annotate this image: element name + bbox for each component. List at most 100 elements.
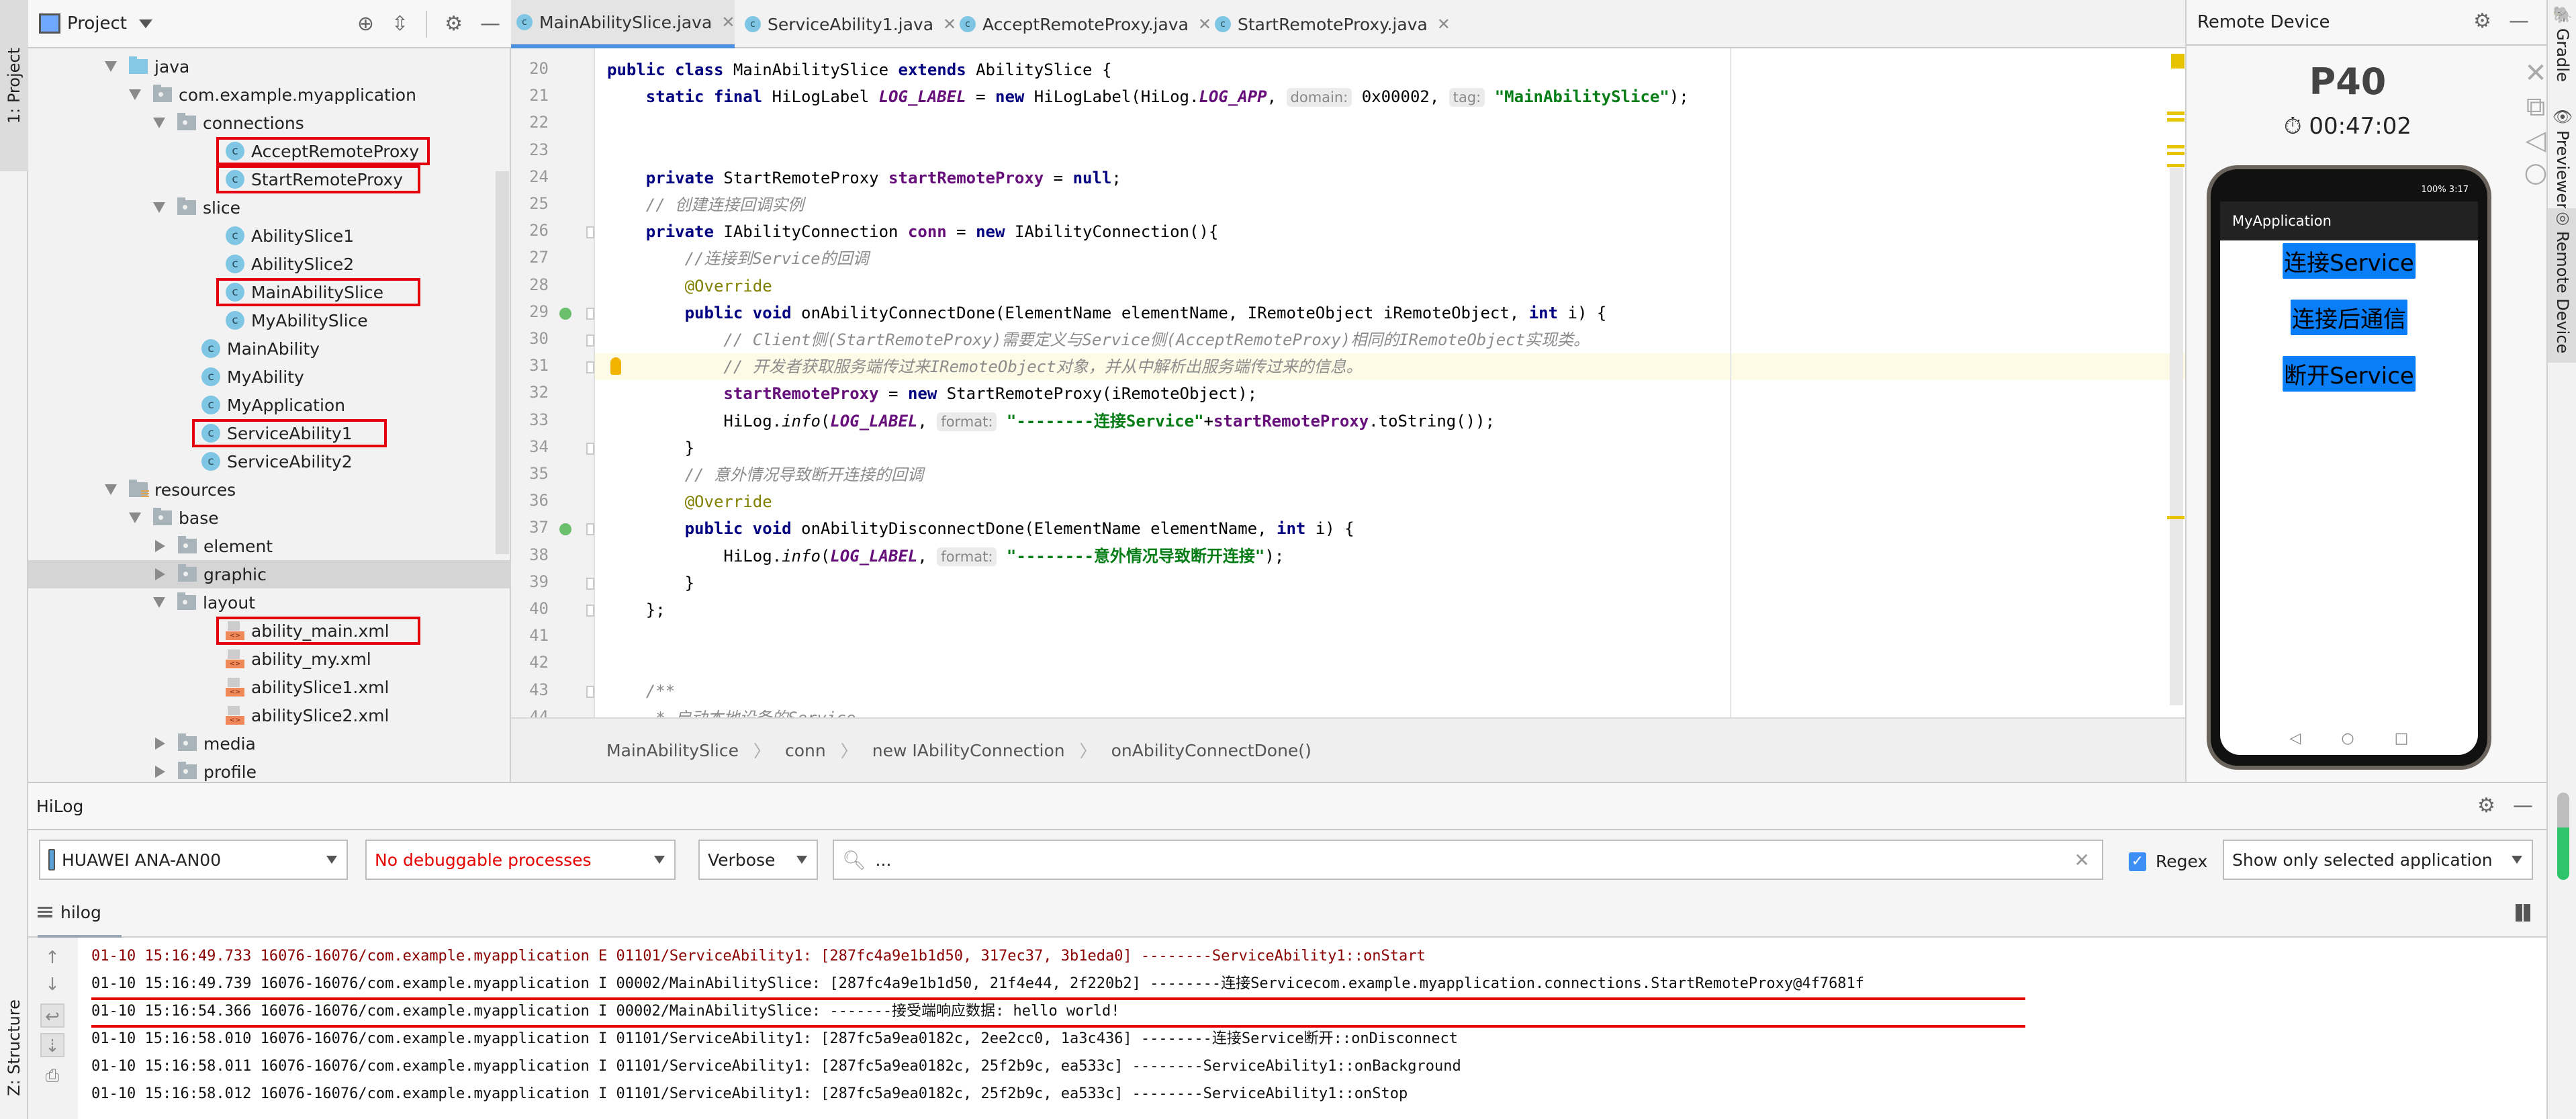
tool-tab-project[interactable]: 1: Project xyxy=(0,0,28,171)
code-line[interactable]: public void onAbilityDisconnectDone(Elem… xyxy=(595,515,2185,542)
process-select[interactable]: No debuggable processes xyxy=(365,840,676,880)
gear-icon[interactable]: ⚙ xyxy=(2477,793,2495,819)
tree-item[interactable]: media xyxy=(28,729,511,758)
tree-item[interactable]: c AbilitySlice2 xyxy=(28,250,511,278)
code-line[interactable] xyxy=(595,138,2185,165)
tree-item[interactable]: abilitySlice2.xml xyxy=(28,701,511,729)
expand-arrow-down-icon[interactable] xyxy=(129,512,141,523)
nav-recents-icon[interactable]: □ xyxy=(2395,730,2409,747)
gear-icon[interactable]: ⚙ xyxy=(445,11,463,38)
warning-marker[interactable] xyxy=(2167,111,2184,115)
log-search-input[interactable]: 🔍︎ ... ✕ xyxy=(833,840,2103,880)
breadcrumb-item[interactable]: new IAbilityConnection xyxy=(872,741,1065,760)
code-line[interactable]: // Client侧(StartRemoteProxy)需要定义与Service… xyxy=(595,326,2185,353)
code-line[interactable]: * 启动本地设备的Service xyxy=(595,705,2185,717)
log-line[interactable]: 01-10 15:16:49.733 16076-16076/com.examp… xyxy=(91,943,1426,970)
connect-service-button[interactable]: 连接Service xyxy=(2283,243,2416,279)
scroll-up-icon[interactable]: ↑ xyxy=(40,946,64,970)
print-icon[interactable]: ⎙ xyxy=(40,1064,64,1088)
checkbox-checked-icon[interactable]: ✓ xyxy=(2129,852,2146,871)
fold-marker-icon[interactable] xyxy=(586,605,594,617)
tree-item[interactable]: java xyxy=(28,52,511,81)
locate-icon[interactable]: ⊕ xyxy=(357,11,374,38)
scroll-to-end-icon[interactable]: ⇣ xyxy=(40,1033,64,1057)
tree-item[interactable]: c MainAbility xyxy=(28,334,511,363)
log-line[interactable]: 01-10 15:16:58.012 16076-16076/com.examp… xyxy=(91,1081,1408,1108)
code-line[interactable]: // 意外情况导致断开连接的回调 xyxy=(595,461,2185,488)
phone-screen[interactable]: MyApplication 连接Service 连接后通信 断开Service … xyxy=(2220,202,2478,755)
minimize-icon[interactable]: — xyxy=(480,11,500,38)
clear-search-icon[interactable]: ✕ xyxy=(2074,849,2090,871)
nav-back-icon[interactable]: ◁ xyxy=(2290,730,2301,747)
scroll-down-icon[interactable]: ↓ xyxy=(40,973,64,997)
fold-marker-icon[interactable] xyxy=(586,523,594,536)
regex-checkbox[interactable]: ✓ Regex xyxy=(2129,852,2207,871)
back-icon[interactable]: ◁ xyxy=(2522,125,2549,156)
code-line[interactable]: } xyxy=(595,570,2185,596)
code-area[interactable]: public class MainAbilitySlice extends Ab… xyxy=(595,48,2185,717)
collapse-all-icon[interactable]: ⇳ xyxy=(392,11,408,38)
chevron-down-icon[interactable] xyxy=(138,19,152,28)
device-select[interactable]: HUAWEI ANA-AN00 xyxy=(39,840,348,880)
warning-marker[interactable] xyxy=(2167,164,2184,167)
implements-method-icon[interactable] xyxy=(559,523,571,536)
close-tab-icon[interactable]: ✕ xyxy=(1437,15,1451,34)
editor-tab[interactable]: c AcceptRemoteProxy.java ✕ xyxy=(954,0,1211,48)
hilog-scrollbar[interactable] xyxy=(2557,793,2569,880)
soft-wrap-icon[interactable]: ↩ xyxy=(40,1003,64,1028)
breadcrumb-item[interactable]: onAbilityConnectDone() xyxy=(1111,741,1312,760)
project-scrollbar[interactable] xyxy=(496,171,509,554)
breadcrumb-item[interactable]: MainAbilitySlice xyxy=(606,741,739,760)
expand-arrow-down-icon[interactable] xyxy=(105,61,117,72)
tree-item[interactable]: base xyxy=(28,504,511,532)
intention-bulb-icon[interactable] xyxy=(610,357,621,375)
code-line[interactable]: public class MainAbilitySlice extends Ab… xyxy=(595,56,2185,83)
code-line[interactable]: static final HiLogLabel LOG_LABEL = new … xyxy=(595,83,2185,110)
tree-item[interactable]: c MyAbility xyxy=(28,363,511,391)
warning-marker[interactable] xyxy=(2167,152,2184,155)
home-icon[interactable]: ○ xyxy=(2522,157,2549,188)
disconnect-service-button[interactable]: 断开Service xyxy=(2283,356,2416,392)
fold-marker-icon[interactable] xyxy=(586,226,594,239)
editor-tab[interactable]: c StartRemoteProxy.java ✕ xyxy=(1209,0,1451,48)
expand-arrow-down-icon[interactable] xyxy=(129,89,141,100)
code-line[interactable] xyxy=(595,623,2185,650)
minimize-icon[interactable]: — xyxy=(2513,793,2533,819)
tab-hilog[interactable]: hilog xyxy=(38,889,122,938)
code-line[interactable]: private StartRemoteProxy startRemoteProx… xyxy=(595,165,2185,191)
minimize-icon[interactable]: — xyxy=(2509,8,2529,35)
expand-arrow-right-icon[interactable] xyxy=(155,540,165,552)
gear-icon[interactable]: ⚙ xyxy=(2473,8,2491,35)
tree-item[interactable]: resources xyxy=(28,476,511,504)
tree-item[interactable]: slice xyxy=(28,193,511,222)
tree-item[interactable]: c AbilitySlice1 xyxy=(28,222,511,250)
implements-method-icon[interactable] xyxy=(559,307,571,320)
tree-item[interactable]: c MyAbilitySlice xyxy=(28,306,511,334)
log-line[interactable]: 01-10 15:16:54.366 16076-16076/com.examp… xyxy=(91,998,1120,1025)
code-line[interactable]: private IAbilityConnection conn = new IA… xyxy=(595,218,2185,245)
code-line[interactable]: public void onAbilityConnectDone(Element… xyxy=(595,300,2185,326)
fold-marker-icon[interactable] xyxy=(586,361,594,374)
warning-marker[interactable] xyxy=(2167,118,2184,122)
expand-arrow-right-icon[interactable] xyxy=(155,766,165,778)
expand-arrow-down-icon[interactable] xyxy=(105,484,117,495)
code-line[interactable]: HiLog.info(LOG_LABEL, format: "--------意… xyxy=(595,543,2185,570)
tree-item[interactable]: connections xyxy=(28,109,511,137)
editor-tab[interactable]: c ServiceAbility1.java ✕ xyxy=(739,0,956,48)
layout-options-icon[interactable] xyxy=(2516,904,2530,922)
tree-item[interactable]: c MyApplication xyxy=(28,391,511,419)
fold-marker-icon[interactable] xyxy=(586,442,594,455)
warning-marker[interactable] xyxy=(2167,516,2184,519)
code-line[interactable] xyxy=(595,650,2185,677)
tool-tab-remote-device[interactable]: ◎ Remote Device xyxy=(2548,208,2576,363)
expand-arrow-right-icon[interactable] xyxy=(155,737,165,750)
log-line[interactable]: 01-10 15:16:58.011 16076-16076/com.examp… xyxy=(91,1053,1461,1080)
nav-home-icon[interactable]: ○ xyxy=(2341,730,2354,747)
tool-tab-gradle[interactable]: 🐘 Gradle xyxy=(2548,5,2576,99)
code-line[interactable]: @Override xyxy=(595,488,2185,515)
log-output[interactable]: 01-10 15:16:49.733 16076-16076/com.examp… xyxy=(78,938,2546,1119)
tree-item[interactable]: graphic xyxy=(28,560,511,588)
log-level-select[interactable]: Verbose xyxy=(698,840,818,880)
expand-arrow-right-icon[interactable] xyxy=(155,568,165,580)
tree-item[interactable]: abilitySlice1.xml xyxy=(28,673,511,701)
